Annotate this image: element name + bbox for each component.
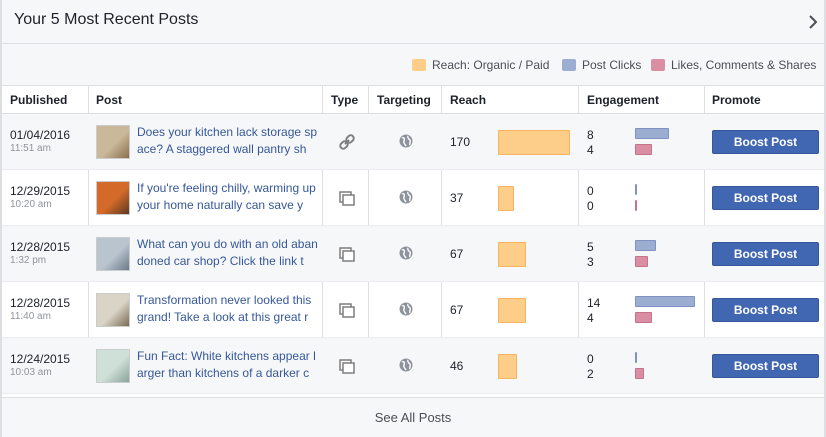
globe-icon [399,190,413,204]
table-row: 12/29/2015 10:20 am If you're feeling chil… [2,170,824,226]
see-all-posts-link[interactable]: See All Posts [0,410,826,425]
post-thumbnail[interactable] [96,349,130,383]
column-header-promote: Promote [712,93,761,107]
post-clicks-bar [635,296,695,307]
post-clicks-value: 0 [587,352,594,366]
column-header-post: Post [96,93,123,107]
likes-value: 2 [587,367,594,381]
post-clicks-bar [635,184,637,195]
table-row: 12/28/2015 11:40 am Transformation never l… [2,282,824,338]
likes-value: 3 [587,255,594,269]
column-header-published: Published [10,93,68,107]
post-text-link[interactable]: What can you do with an old abandoned ca… [137,236,319,272]
legend-label-likes: Likes, Comments & Shares [671,58,817,72]
likes-value: 4 [587,143,594,157]
table-row: 12/24/2015 10:03 am Fun Fact: White kitche… [2,338,824,394]
published-time: 11:51 am [10,143,51,154]
column-header-targeting: Targeting [377,93,431,107]
post-clicks-bar [635,128,669,139]
post-thumbnail[interactable] [96,181,130,215]
post-thumbnail[interactable] [96,237,130,271]
globe-icon [399,302,413,316]
likes-bar [635,312,652,323]
panel-header: Your 5 Most Recent Posts [0,0,826,44]
globe-icon [399,246,413,260]
photo-icon [339,303,355,318]
likes-bar [635,200,637,211]
published-date: 12/28/2015 [10,240,71,254]
post-thumbnail[interactable] [96,293,130,327]
post-text-link[interactable]: If you're feeling chilly, warming up you… [137,180,319,216]
legend-swatch-clicks [562,59,576,71]
panel-title: Your 5 Most Recent Posts [14,11,199,28]
boost-post-button[interactable]: Boost Post [712,242,819,266]
reach-bar [498,298,526,323]
globe-icon [399,358,413,372]
likes-bar [635,368,644,379]
likes-value: 4 [587,311,594,325]
photo-icon [339,247,355,262]
chart-legend: Reach: Organic / Paid Post Clicks Likes,… [0,44,826,86]
published-date: 12/28/2015 [10,296,71,310]
post-text-link[interactable]: Transformation never looked this grand! … [137,292,319,328]
legend-item-likes: Likes, Comments & Shares [651,58,816,72]
post-text-link[interactable]: Fun Fact: White kitchens appear larger t… [137,348,319,384]
legend-swatch-likes [651,59,665,71]
boost-post-button[interactable]: Boost Post [712,298,819,322]
post-thumbnail[interactable] [96,125,130,159]
reach-bar [498,242,526,267]
likes-bar [635,256,648,267]
column-header-type: Type [331,93,359,107]
published-date: 12/29/2015 [10,184,71,198]
panel-footer: See All Posts [0,397,826,437]
post-clicks-value: 0 [587,184,594,198]
reach-value: 170 [450,135,471,149]
photo-icon [339,359,355,374]
post-clicks-value: 8 [587,128,594,142]
reach-value: 46 [450,359,464,373]
published-time: 10:03 am [10,367,52,378]
post-clicks-value: 5 [587,240,594,254]
likes-value: 0 [587,199,594,213]
boost-post-button[interactable]: Boost Post [712,186,819,210]
column-header-engagement: Engagement [587,93,660,107]
legend-label-clicks: Post Clicks [582,58,642,72]
published-time: 1:32 pm [10,255,47,266]
chevron-right-icon[interactable] [808,15,818,29]
published-time: 10:20 am [10,199,52,210]
likes-bar [635,144,652,155]
photo-icon [339,191,355,206]
legend-swatch-reach [412,59,426,71]
reach-value: 67 [450,303,464,317]
reach-value: 37 [450,191,464,205]
published-date: 12/24/2015 [10,352,71,366]
published-time: 11:40 am [10,311,51,322]
legend-label-reach: Reach: Organic / Paid [432,58,550,72]
post-text-link[interactable]: Does your kitchen lack storage space? A … [137,124,319,160]
boost-post-button[interactable]: Boost Post [712,354,819,378]
legend-item-clicks: Post Clicks [562,58,641,72]
reach-bar [498,130,570,155]
link-icon [339,134,355,150]
reach-bar [498,354,517,379]
legend-item-reach: Reach: Organic / Paid [412,58,549,72]
boost-post-button[interactable]: Boost Post [712,130,819,154]
column-header-reach: Reach [450,93,487,107]
reach-bar [498,186,514,211]
post-clicks-value: 14 [587,296,601,310]
reach-value: 67 [450,247,464,261]
globe-icon [399,134,413,148]
table-row: 12/28/2015 1:32 pm What can you do with an… [2,226,824,282]
post-clicks-bar [635,352,637,363]
table-row: 01/04/2016 11:51 am Does your kitchen lack… [2,114,824,170]
post-clicks-bar [635,240,656,251]
table-header: Published Post Type Targeting Reach Enga… [2,86,824,114]
published-date: 01/04/2016 [10,128,71,142]
